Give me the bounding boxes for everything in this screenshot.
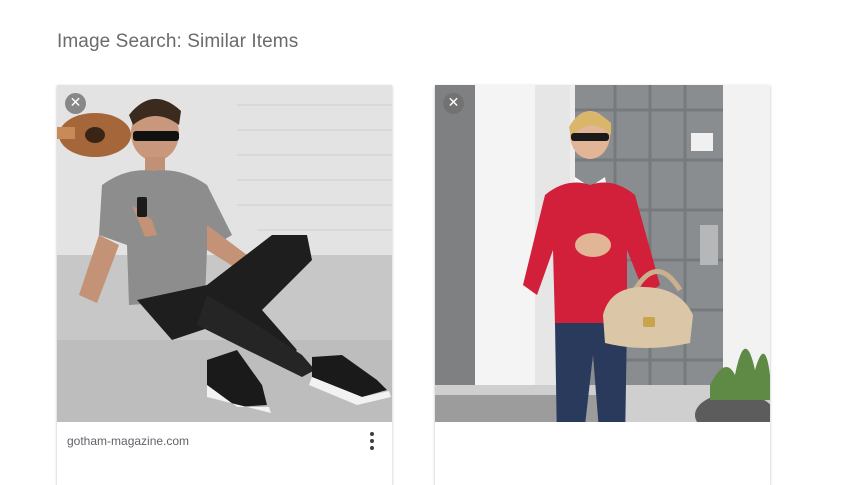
more-vert-icon[interactable] [366,432,378,452]
close-icon[interactable]: ✕ [443,93,464,114]
source-domain[interactable]: gotham-magazine.com [67,434,189,448]
card-footer: gotham-magazine.com [57,422,392,485]
result-card-2[interactable]: ✕ [435,85,770,485]
close-icon[interactable]: ✕ [65,93,86,114]
result-card-1[interactable]: ✕ gotham-magazine.com [57,85,392,485]
photo-man-sitting [57,85,392,422]
result-image-1[interactable]: ✕ [57,85,392,422]
photo-woman-red-sweater [435,85,770,422]
page-title: Image Search: Similar Items [57,31,299,52]
result-image-2[interactable]: ✕ [435,85,770,422]
